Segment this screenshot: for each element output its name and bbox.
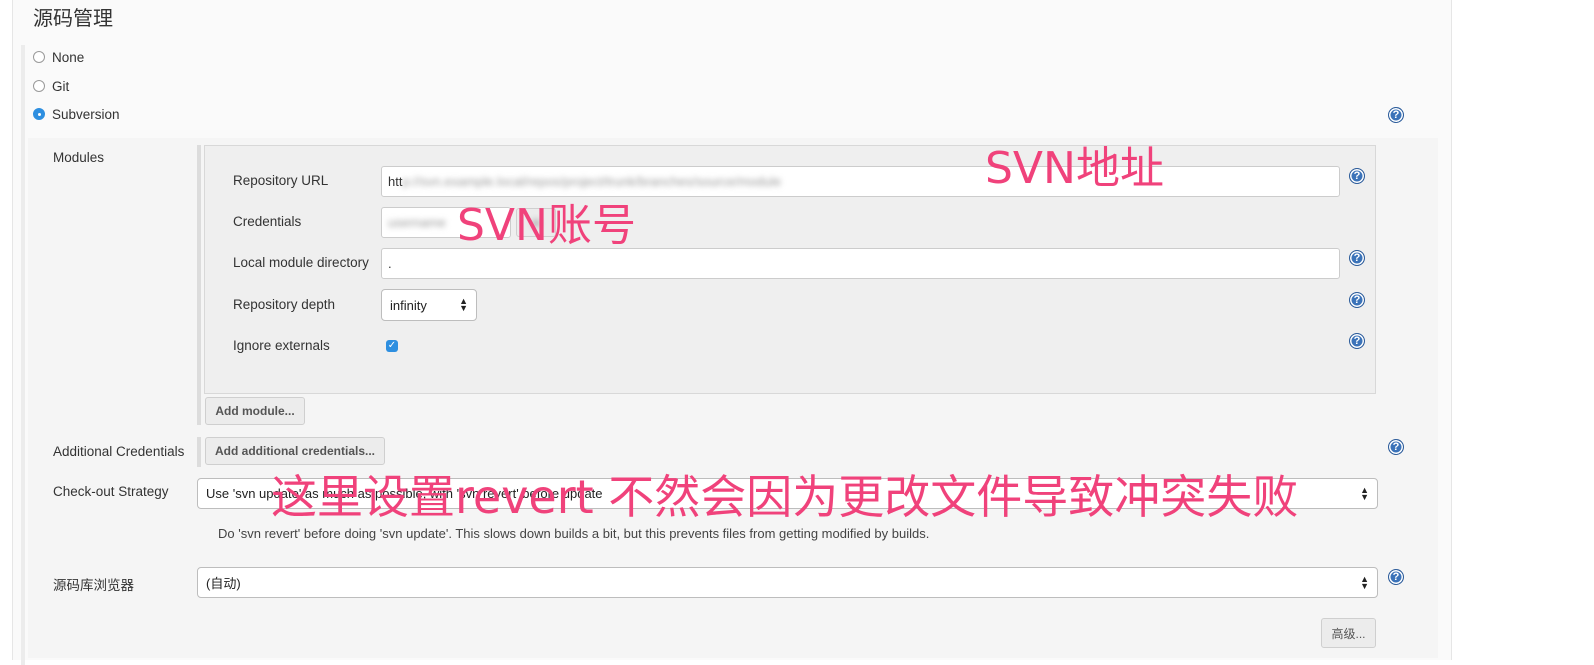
section-indent-bar bbox=[21, 45, 25, 665]
add-module-button[interactable]: Add module... bbox=[205, 397, 305, 425]
help-icon[interactable]: ? bbox=[1388, 107, 1404, 123]
help-icon[interactable]: ? bbox=[1349, 250, 1365, 266]
checkbox-check-icon: ✓ bbox=[387, 340, 397, 351]
scm-option-git-label: Git bbox=[52, 78, 70, 94]
scm-option-subversion[interactable]: Subversion bbox=[33, 104, 120, 124]
radio-none[interactable] bbox=[33, 51, 45, 63]
scm-option-subversion-label: Subversion bbox=[52, 106, 120, 122]
checkout-strategy-description: Do 'svn revert' before doing 'svn update… bbox=[218, 526, 930, 541]
repository-url-label: Repository URL bbox=[233, 173, 329, 188]
repository-depth-label: Repository depth bbox=[233, 297, 336, 312]
scm-option-none[interactable]: None bbox=[33, 47, 84, 67]
radio-subversion[interactable] bbox=[33, 108, 45, 120]
dropdown-arrows-icon: ▲ ▼ bbox=[1360, 573, 1369, 591]
scm-option-none-label: None bbox=[52, 49, 85, 65]
modules-label: Modules bbox=[53, 150, 105, 165]
local-module-directory-label: Local module directory bbox=[233, 255, 369, 270]
help-icon[interactable]: ? bbox=[1349, 292, 1365, 308]
help-icon[interactable]: ? bbox=[1349, 168, 1365, 184]
repository-depth-select[interactable]: infinity ▲ ▼ bbox=[381, 289, 477, 321]
radio-git[interactable] bbox=[33, 80, 45, 92]
scm-option-git[interactable]: Git bbox=[33, 76, 69, 96]
section-title: 源码管理 bbox=[33, 8, 113, 30]
modules-indent-bar bbox=[197, 145, 201, 425]
ignore-externals-checkbox[interactable]: ✓ bbox=[386, 340, 398, 352]
help-icon[interactable]: ? bbox=[1388, 439, 1404, 455]
help-icon[interactable]: ? bbox=[1388, 569, 1404, 585]
annotation-svn-account: SVN账号 bbox=[457, 200, 636, 251]
repo-browser-value: (自动) bbox=[206, 576, 241, 591]
dropdown-arrows-icon: ▲ ▼ bbox=[459, 296, 468, 313]
repository-depth-value: infinity bbox=[390, 297, 427, 313]
credentials-label: Credentials bbox=[233, 214, 302, 229]
help-icon[interactable]: ? bbox=[1349, 333, 1365, 349]
additional-credentials-label: Additional Credentials bbox=[53, 444, 185, 459]
dropdown-arrows-icon: ▲ ▼ bbox=[1360, 484, 1369, 502]
annotation-revert-note: 这里设置revert 不然会因为更改文件导致冲突失败 bbox=[271, 470, 1299, 524]
advanced-button[interactable]: 高级... bbox=[1321, 618, 1376, 648]
repository-url-value-visible: htt bbox=[388, 174, 403, 189]
additional-credentials-indent-bar bbox=[197, 437, 201, 467]
repo-browser-select[interactable]: (自动) ▲ ▼ bbox=[197, 567, 1378, 598]
repository-url-value-blurred: p://svn.example.local/repos/project/trun… bbox=[402, 174, 782, 189]
repo-browser-label: 源码库浏览器 bbox=[53, 578, 134, 593]
local-module-directory-value: . bbox=[388, 256, 392, 271]
annotation-svn-address: SVN地址 bbox=[985, 143, 1164, 194]
credentials-value-blurred: username bbox=[388, 215, 446, 230]
checkout-strategy-label: Check-out Strategy bbox=[53, 484, 169, 499]
ignore-externals-label: Ignore externals bbox=[233, 338, 330, 353]
